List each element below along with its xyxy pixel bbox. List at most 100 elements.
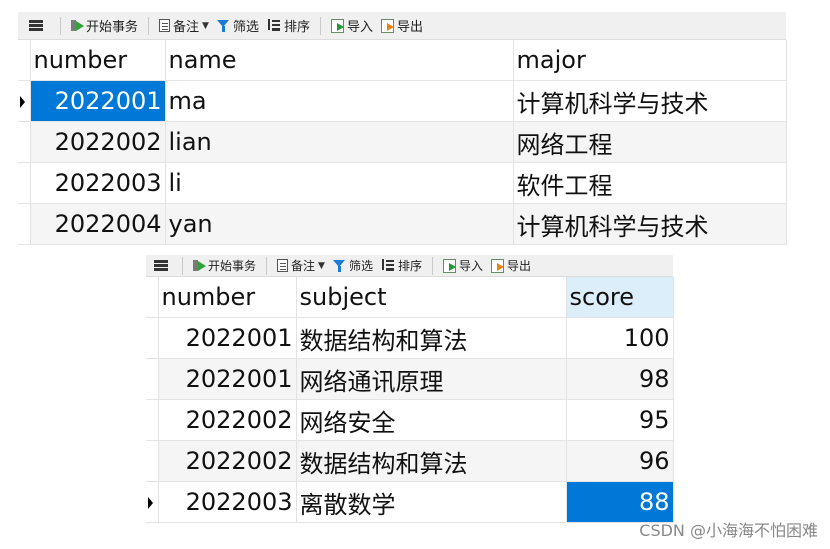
begin-transaction-label: 开始事务 bbox=[208, 259, 257, 273]
column-header-subject[interactable]: subject bbox=[296, 277, 567, 318]
row-indicator-header bbox=[146, 277, 159, 318]
table-row[interactable]: 2022001 数据结构和算法 100 bbox=[146, 317, 674, 359]
cell-name[interactable]: yan bbox=[165, 203, 514, 245]
cell-number[interactable]: 2022001 bbox=[158, 358, 297, 400]
export-label: 导出 bbox=[397, 20, 424, 35]
cell-number[interactable]: 2022002 bbox=[30, 121, 166, 163]
header-row: number subject score bbox=[146, 277, 674, 318]
export-icon bbox=[381, 18, 394, 33]
cell-subject[interactable]: 网络安全 bbox=[296, 399, 567, 441]
row-indicator[interactable] bbox=[18, 203, 31, 245]
chevron-down-icon: ▼ bbox=[202, 20, 209, 31]
sort-icon bbox=[381, 259, 395, 272]
toolbar-divider bbox=[182, 256, 183, 275]
table-row[interactable]: 2022002 数据结构和算法 96 bbox=[146, 440, 674, 482]
current-row-icon bbox=[20, 96, 25, 108]
filter-button[interactable]: 筛选 bbox=[213, 12, 263, 39]
cell-number[interactable]: 2022003 bbox=[158, 481, 297, 523]
note-button[interactable]: 备注 ▼ bbox=[155, 12, 213, 39]
watermark: CSDN @小海海不怕困难 bbox=[639, 521, 818, 540]
row-indicator[interactable] bbox=[18, 80, 31, 122]
cell-name[interactable]: ma bbox=[165, 80, 514, 122]
note-icon bbox=[277, 259, 289, 272]
begin-transaction-icon bbox=[71, 19, 84, 32]
note-button[interactable]: 备注 ▼ bbox=[273, 255, 329, 276]
cell-score[interactable]: 100 bbox=[566, 317, 674, 359]
import-button[interactable]: 导入 bbox=[439, 255, 487, 276]
menu-icon bbox=[29, 20, 43, 31]
filter-icon bbox=[216, 19, 230, 32]
cell-score[interactable]: 95 bbox=[566, 399, 674, 441]
row-indicator[interactable] bbox=[146, 399, 159, 441]
current-row-icon bbox=[148, 497, 153, 509]
chevron-down-icon: ▼ bbox=[318, 260, 325, 271]
row-indicator[interactable] bbox=[146, 481, 159, 523]
toolbar-divider bbox=[60, 16, 61, 35]
row-indicator[interactable] bbox=[146, 358, 159, 400]
scores-toolbar: 开始事务 备注 ▼ 筛选 排序 导入 导出 bbox=[146, 255, 673, 277]
header-row: number name major bbox=[18, 40, 787, 81]
cell-major[interactable]: 软件工程 bbox=[513, 162, 787, 204]
cell-number[interactable]: 2022003 bbox=[30, 162, 166, 204]
export-icon bbox=[491, 258, 504, 273]
begin-transaction-button[interactable]: 开始事务 bbox=[189, 255, 260, 276]
export-button[interactable]: 导出 bbox=[487, 255, 535, 276]
begin-transaction-icon bbox=[193, 259, 206, 272]
filter-label: 筛选 bbox=[232, 20, 259, 35]
column-header-major[interactable]: major bbox=[513, 40, 787, 81]
cell-number[interactable]: 2022002 bbox=[158, 399, 297, 441]
sort-button[interactable]: 排序 bbox=[377, 255, 426, 276]
cell-score[interactable]: 98 bbox=[566, 358, 674, 400]
cell-subject[interactable]: 数据结构和算法 bbox=[296, 317, 567, 359]
cell-major[interactable]: 计算机科学与技术 bbox=[513, 203, 787, 245]
import-label: 导入 bbox=[458, 259, 483, 273]
sort-icon bbox=[267, 19, 281, 32]
menu-button[interactable] bbox=[146, 255, 176, 276]
export-label: 导出 bbox=[507, 259, 532, 273]
cell-score[interactable]: 96 bbox=[566, 440, 674, 482]
toolbar-divider bbox=[148, 16, 150, 35]
row-indicator[interactable] bbox=[18, 162, 31, 204]
cell-number[interactable]: 2022001 bbox=[158, 317, 297, 359]
toolbar-divider bbox=[431, 256, 433, 275]
cell-major[interactable]: 网络工程 bbox=[513, 121, 787, 163]
table-row[interactable]: 2022003 li 软件工程 bbox=[18, 162, 787, 204]
filter-button[interactable]: 筛选 bbox=[329, 255, 377, 276]
students-table: number name major 2022001 ma 计算机科学与技术 20… bbox=[18, 40, 787, 245]
import-button[interactable]: 导入 bbox=[327, 12, 377, 39]
table-row[interactable]: 2022002 lian 网络工程 bbox=[18, 121, 787, 163]
filter-label: 筛选 bbox=[348, 259, 373, 273]
table-row[interactable]: 2022001 网络通讯原理 98 bbox=[146, 358, 674, 400]
table-row[interactable]: 2022002 网络安全 95 bbox=[146, 399, 674, 441]
table-row[interactable]: 2022003 离散数学 88 bbox=[146, 481, 674, 523]
cell-number[interactable]: 2022001 bbox=[30, 80, 166, 122]
scores-grid: 开始事务 备注 ▼ 筛选 排序 导入 导出 number subject sco… bbox=[146, 255, 674, 523]
menu-button[interactable] bbox=[18, 12, 54, 39]
cell-name[interactable]: lian bbox=[165, 121, 514, 163]
begin-transaction-button[interactable]: 开始事务 bbox=[67, 12, 142, 39]
students-grid: 开始事务 备注 ▼ 筛选 排序 导入 导出 number name major … bbox=[18, 12, 787, 245]
sort-label: 排序 bbox=[283, 20, 310, 35]
table-row[interactable]: 2022001 ma 计算机科学与技术 bbox=[18, 80, 787, 122]
import-icon bbox=[330, 18, 344, 33]
cell-subject[interactable]: 数据结构和算法 bbox=[296, 440, 567, 482]
toolbar-divider bbox=[319, 16, 321, 35]
table-row[interactable]: 2022004 yan 计算机科学与技术 bbox=[18, 203, 787, 245]
note-icon bbox=[159, 19, 171, 32]
row-indicator[interactable] bbox=[146, 440, 159, 482]
export-button[interactable]: 导出 bbox=[377, 12, 427, 39]
note-label: 备注 bbox=[291, 259, 316, 273]
column-header-score[interactable]: score bbox=[566, 277, 674, 318]
row-indicator[interactable] bbox=[146, 317, 159, 359]
cell-number[interactable]: 2022004 bbox=[30, 203, 166, 245]
column-header-number[interactable]: number bbox=[30, 40, 166, 81]
cell-major[interactable]: 计算机科学与技术 bbox=[513, 80, 787, 122]
cell-number[interactable]: 2022002 bbox=[158, 440, 297, 482]
cell-subject[interactable]: 网络通讯原理 bbox=[296, 358, 567, 400]
column-header-number[interactable]: number bbox=[158, 277, 297, 318]
cell-name[interactable]: li bbox=[165, 162, 514, 204]
sort-button[interactable]: 排序 bbox=[263, 12, 314, 39]
cell-subject[interactable]: 离散数学 bbox=[296, 481, 567, 523]
row-indicator[interactable] bbox=[18, 121, 31, 163]
column-header-name[interactable]: name bbox=[165, 40, 514, 81]
